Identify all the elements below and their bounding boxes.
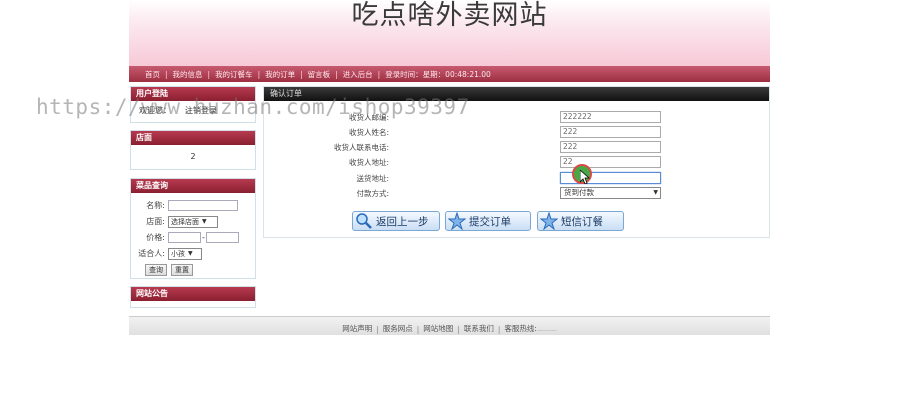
form-row-name: 收货人姓名: 222 — [264, 126, 769, 139]
welcome-text: 欢迎您： — [139, 106, 171, 115]
shop-count: 2 — [190, 152, 196, 161]
logout-link[interactable]: 注销登录 — [185, 105, 217, 116]
hotline-value: ----------- — [536, 328, 557, 334]
back-button-label: 返回上一步 — [376, 215, 429, 228]
back-button[interactable]: 返回上一步 — [352, 211, 440, 231]
dish-search-panel: 菜品查询 名称: 店面: 选择店面 ▼ 价格: - 适合人: 小孩 ▼ 查询 重… — [130, 178, 256, 279]
confirm-order-header: 确认订单 — [264, 87, 769, 101]
query-button[interactable]: 查询 — [145, 263, 167, 276]
login-time-value: 星期：00:48:21.00 — [422, 69, 491, 79]
form-row-phone: 收货人联系电话: 222 — [264, 141, 769, 154]
nav-my-cart[interactable]: 我的订餐车 — [215, 69, 253, 80]
shop-select[interactable]: 选择店面 ▼ — [168, 215, 218, 228]
name-input[interactable] — [168, 200, 238, 211]
payment-select[interactable]: 货到付款 ▼ — [560, 187, 661, 199]
receiver-address-label: 收货人地址: — [348, 158, 389, 167]
dish-search-header: 菜品查询 — [131, 179, 255, 193]
sms-order-label: 短信订餐 — [561, 215, 603, 228]
footer-link-sitemap[interactable]: 网站地图 — [423, 323, 453, 334]
suitable-for-label: 适合人: — [138, 249, 165, 258]
form-row-zip: 收货人邮编: 222222 — [264, 111, 769, 124]
price-min-input[interactable] — [168, 232, 201, 243]
nav-admin[interactable]: 进入后台 — [343, 69, 373, 80]
magnifier-icon — [356, 213, 372, 229]
name-label: 名称: — [146, 201, 165, 210]
notice-panel: 网站公告 — [130, 286, 256, 308]
login-time-label: 登录时间： — [385, 69, 423, 79]
zip-input[interactable]: 222222 — [560, 111, 661, 123]
nav-my-orders[interactable]: 我的订单 — [265, 69, 295, 80]
notice-panel-header: 网站公告 — [131, 287, 255, 301]
site-title: 吃点啥外卖网站 — [351, 0, 548, 31]
shop-label: 店面: — [146, 217, 165, 226]
price-max-input[interactable] — [205, 232, 239, 243]
chevron-down-icon: ▼ — [653, 189, 658, 196]
reset-button[interactable]: 重置 — [171, 263, 193, 276]
suitable-for-select[interactable]: 小孩 ▼ — [168, 247, 202, 260]
receiver-name-label: 收货人姓名: — [348, 128, 389, 137]
phone-input[interactable]: 222 — [560, 141, 661, 153]
suitable-for-value: 小孩 — [171, 249, 185, 258]
price-label: 价格: — [146, 233, 165, 242]
sms-order-button[interactable]: 短信订餐 — [537, 211, 624, 231]
confirm-order-panel: 确认订单 收货人邮编: 222222 收货人姓名: 222 收货人联系电话: 2… — [263, 86, 770, 238]
site-footer: 网站声明 | 服务网点 | 网站地图 | 联系我们 | 客服热线: ----------… — [129, 316, 770, 335]
form-row-delivery: 送货地址: — [264, 172, 769, 185]
footer-link-statement[interactable]: 网站声明 — [342, 323, 372, 334]
chevron-down-icon: ▼ — [202, 218, 207, 225]
nav-home[interactable]: 首页 — [145, 69, 160, 80]
price-separator: - — [202, 233, 205, 242]
submit-order-label: 提交订单 — [469, 215, 511, 228]
shop-select-value: 选择店面 — [171, 217, 199, 226]
nav-my-info[interactable]: 我的信息 — [173, 69, 203, 80]
mouse-pointer-icon — [580, 170, 590, 184]
payment-value: 货到付款 — [564, 188, 594, 197]
receiver-name-input[interactable]: 222 — [560, 126, 661, 138]
footer-link-service[interactable]: 服务网点 — [383, 323, 413, 334]
chevron-down-icon: ▼ — [188, 250, 193, 257]
star-icon — [448, 212, 466, 230]
nav-message-board[interactable]: 留言板 — [308, 69, 331, 80]
phone-label: 收货人联系电话: — [333, 143, 389, 152]
payment-label: 付款方式: — [356, 189, 389, 198]
delivery-address-label: 送货地址: — [356, 174, 389, 183]
submit-order-button[interactable]: 提交订单 — [445, 211, 531, 231]
footer-link-contact[interactable]: 联系我们 — [464, 323, 494, 334]
form-row-payment: 付款方式: 货到付款 ▼ — [264, 187, 769, 200]
hotline-label: 客服热线: — [504, 324, 537, 333]
shop-panel: 店面 2 — [130, 130, 256, 170]
main-nav: 首页 | 我的信息 | 我的订餐车 | 我的订单 | 留言板 | 进入后台 | 登录时间： … — [129, 66, 770, 82]
site-header: 吃点啥外卖网站 — [129, 0, 770, 66]
shop-panel-header: 店面 — [131, 131, 255, 145]
login-panel: 用户登陆 欢迎您： 注销登录 — [130, 86, 256, 123]
star-icon — [540, 212, 558, 230]
zip-label: 收货人邮编: — [348, 113, 389, 122]
login-panel-header: 用户登陆 — [131, 87, 255, 101]
form-row-address: 收货人地址: 22 — [264, 156, 769, 169]
